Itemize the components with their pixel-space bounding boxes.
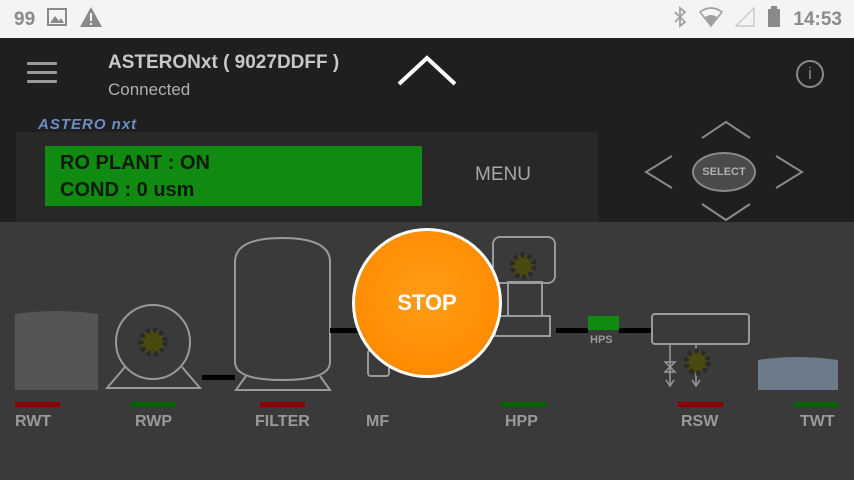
image-icon — [47, 8, 68, 31]
clock: 14:53 — [793, 8, 842, 30]
filter-status-indicator — [260, 402, 305, 407]
hpp-label: HPP — [505, 413, 538, 430]
notification-count: 99 — [14, 8, 36, 30]
lcd-line-plant: RO PLANT : ON — [60, 152, 210, 174]
hpp-status-indicator — [501, 402, 546, 407]
dpad-down-button — [701, 203, 751, 222]
app-bar: ASTERONxt ( 9027DDFF ) Connected i — [0, 38, 854, 112]
pipe — [556, 328, 588, 333]
menu-icon[interactable] — [27, 62, 57, 86]
hps-label: HPS — [590, 334, 613, 346]
pipe — [330, 328, 360, 333]
mf-label: MF — [366, 413, 390, 430]
brand-logo: ASTERO nxt — [38, 116, 138, 133]
dpad-up-button — [701, 120, 751, 139]
filter-label: FILTER — [255, 413, 310, 430]
info-icon[interactable]: i — [796, 60, 824, 88]
dpad-right-button — [775, 155, 804, 189]
twt-status-indicator — [794, 402, 839, 407]
twt-label: TWT — [800, 413, 835, 430]
dpad-left-button — [644, 155, 673, 189]
twt-tank — [758, 360, 838, 390]
pipe — [202, 375, 235, 380]
select-button[interactable]: SELECT — [692, 152, 756, 192]
filter-vessel — [234, 236, 332, 391]
rwp-status-indicator — [131, 402, 176, 407]
rwt-tank — [15, 314, 98, 390]
android-status-bar: 99 14:53 — [0, 0, 854, 38]
wifi-icon — [699, 7, 724, 32]
rwp-label: RWP — [135, 413, 173, 430]
battery-icon — [767, 6, 781, 33]
chevron-up-icon[interactable] — [394, 52, 460, 94]
stop-button[interactable]: STOP — [352, 228, 502, 378]
connection-status: Connected — [108, 80, 191, 99]
rsw-label: RSW — [681, 413, 719, 430]
device-title: ASTERONxt ( 9027DDFF ) — [108, 52, 340, 73]
pipe — [619, 328, 652, 333]
rwt-label: RWT — [15, 413, 52, 430]
bluetooth-icon — [673, 6, 687, 33]
ro-membrane — [651, 313, 750, 345]
rsw-valve — [663, 344, 711, 388]
rwp-pump — [104, 304, 203, 389]
warning-icon — [79, 6, 103, 33]
rsw-status-indicator — [678, 402, 723, 407]
rwt-status-indicator — [15, 402, 60, 407]
lcd-display: RO PLANT : ON COND : 0 usm — [45, 146, 422, 206]
menu-button[interactable]: MENU — [458, 164, 548, 186]
lcd-line-cond: COND : 0 usm — [60, 179, 195, 201]
hpp-pump — [492, 236, 556, 337]
signal-icon — [734, 6, 756, 32]
hps-switch — [588, 316, 619, 330]
